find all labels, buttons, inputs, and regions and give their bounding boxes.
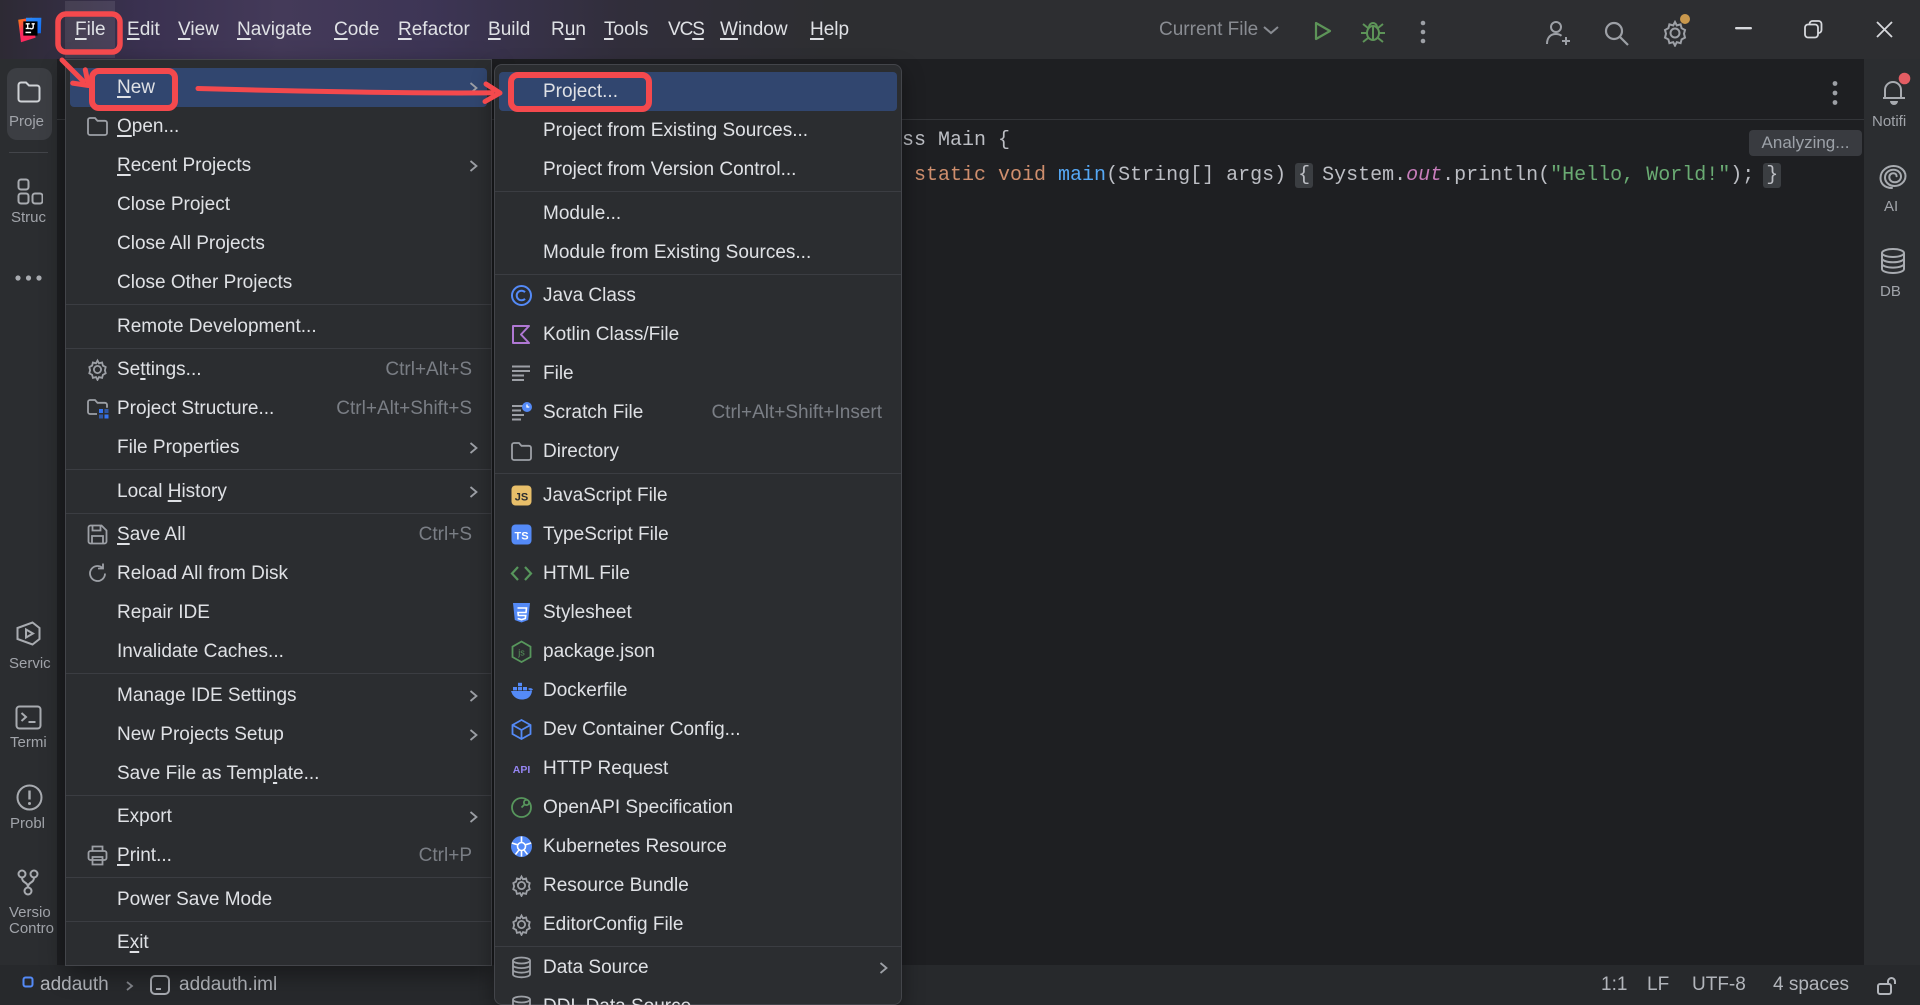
svg-text:API: API bbox=[513, 764, 531, 776]
svg-text:TS: TS bbox=[514, 530, 528, 542]
svg-text:js: js bbox=[517, 647, 525, 657]
svg-text:JS: JS bbox=[515, 491, 528, 503]
